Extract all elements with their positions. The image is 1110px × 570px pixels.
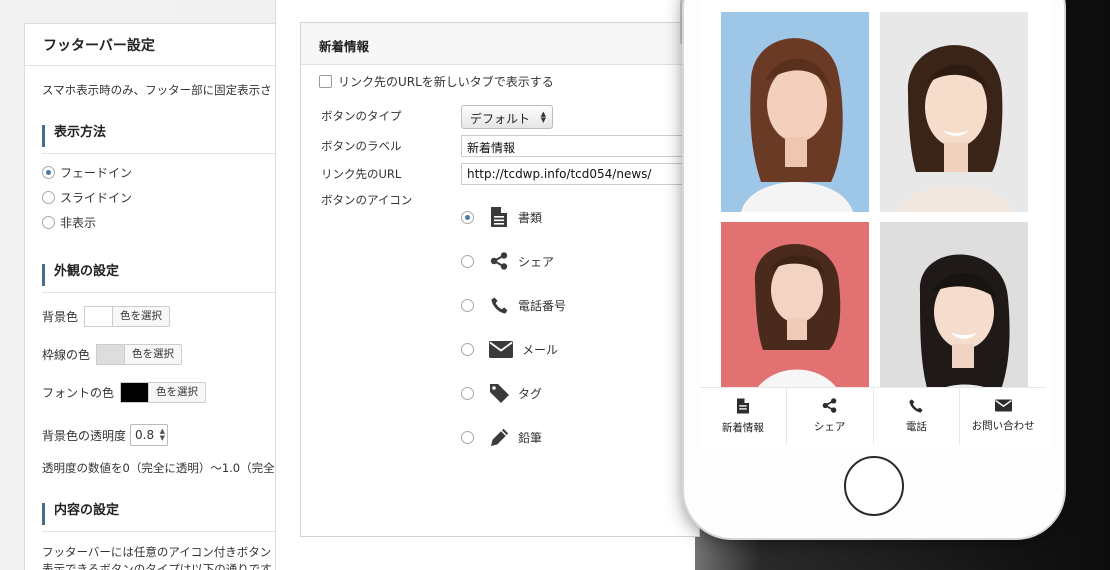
panel-description: スマホ表示時のみ、フッター部に固定表示さ [42,83,272,97]
content-text-2: 表示できるボタンのタイプは以下の通りです [42,562,272,570]
border-color-label: 枠線の色 [42,348,91,362]
button-settings-panel: 新着情報 リンク先のURLを新しいタブで表示する ボタンのタイプ デフォルト ▲… [275,0,701,570]
button-label-label: ボタンのラベル [321,139,402,153]
radio-button[interactable] [461,386,474,400]
icon-option-share[interactable]: シェア [461,250,554,272]
icon-option-file[interactable]: 書類 [461,206,542,228]
icon-option-mail[interactable]: メール [461,338,558,360]
border-color-setting: 枠線の色 色を選択 [42,344,183,365]
font-color-swatch[interactable] [120,382,149,403]
button-label-input[interactable]: 新着情報 [461,135,701,157]
envelope-icon [488,338,514,360]
select-arrows-icon: ▲ ▼ [540,110,546,124]
radio-button[interactable] [461,210,474,224]
section-heading-appearance: 外観の設定 [42,264,299,286]
bg-color-pick-button[interactable]: 色を選択 [112,306,171,327]
pencil-icon [488,426,510,448]
radio-label: スライドイン [60,191,133,205]
phone-icon [488,294,510,316]
divider [42,153,299,154]
news-box-title: 新着情報 [301,23,699,65]
button-type-label: ボタンのタイプ [321,109,402,123]
smartphone-preview: 新着情報 シェア 電話 お問い合わせ [684,0,1064,538]
icon-option-label: シェア [518,254,555,269]
opacity-value: 0.8 [135,428,155,442]
radio-button[interactable] [461,254,474,268]
radio-label: 非表示 [60,216,97,230]
radio-fade-in[interactable]: フェードイン [42,164,132,181]
font-color-pick-button[interactable]: 色を選択 [148,382,207,403]
radio-button[interactable] [42,216,55,229]
content-text-1: フッターバーには任意のアイコン付きボタン [42,545,272,559]
icon-option-label: 電話番号 [518,298,567,313]
share-icon [488,250,510,272]
icon-option-label: 鉛筆 [518,430,543,445]
model-photo-2 [880,12,1028,212]
icon-option-label: タグ [518,386,543,401]
tag-icon [488,382,510,404]
divider [42,531,299,532]
icon-option-phone[interactable]: 電話番号 [461,294,566,316]
radio-slide-in[interactable]: スライドイン [42,189,132,206]
radio-button[interactable] [461,342,474,356]
file-icon [488,206,510,228]
icon-option-label: 書類 [518,210,543,225]
icon-option-pencil[interactable]: 鉛筆 [461,426,542,448]
footer-button-label: お問い合わせ [971,420,1035,432]
radio-button[interactable] [461,298,474,312]
bg-color-label: 背景色 [42,310,79,324]
phone-icon [909,398,923,413]
phone-footer-bar: 新着情報 シェア 電話 お問い合わせ [700,387,1046,444]
footer-button-contact[interactable]: お問い合わせ [960,388,1046,444]
divider [42,292,299,293]
new-tab-label: リンク先のURLを新しいタブで表示する [338,75,554,89]
footer-button-label: 電話 [905,420,927,433]
radio-label: フェードイン [60,166,133,180]
font-color-setting: フォントの色 色を選択 [42,382,207,403]
button-type-value: デフォルト [470,112,531,126]
button-icon-label: ボタンのアイコン [321,193,413,207]
footer-button-phone[interactable]: 電話 [874,388,961,444]
border-color-pick-button[interactable]: 色を選択 [124,344,183,365]
new-tab-option[interactable]: リンク先のURLを新しいタブで表示する [319,73,554,90]
opacity-label: 背景色の透明度 [42,428,127,443]
section-heading-content: 内容の設定 [42,503,299,525]
button-type-select[interactable]: デフォルト ▲ ▼ [461,105,553,129]
border-color-swatch[interactable] [96,344,125,365]
footer-button-share[interactable]: シェア [787,388,874,444]
footer-bar-settings-panel: フッターバー設定 スマホ表示時のみ、フッター部に固定表示さ 表示方法 フェードイ… [24,23,300,570]
footer-button-label: 新着情報 [721,421,764,434]
radio-button[interactable] [42,166,55,179]
icon-option-label: メール [522,342,559,357]
radio-button[interactable] [461,430,474,444]
icon-option-tag[interactable]: タグ [461,382,542,404]
spinner-icon[interactable]: ▲ ▼ [160,428,165,442]
radio-hidden[interactable]: 非表示 [42,214,96,231]
envelope-icon [994,399,1012,412]
font-color-label: フォントの色 [42,386,115,400]
news-button-settings: 新着情報 リンク先のURLを新しいタブで表示する ボタンのタイプ デフォルト ▲… [300,22,701,537]
link-url-input[interactable]: http://tcdwp.info/tcd054/news/ [461,163,701,185]
bg-color-setting: 背景色 色を選択 [42,306,171,327]
footer-button-news[interactable]: 新着情報 [700,388,787,444]
phone-home-button [844,456,904,516]
model-photo-1 [721,12,869,212]
link-url-label: リンク先のURL [321,167,402,181]
opacity-setting: 背景色の透明度 0.8 ▲ ▼ [42,424,169,446]
bg-color-swatch[interactable] [84,306,113,327]
file-icon [736,398,749,413]
phone-screen [698,0,1050,450]
panel-title: フッターバー設定 [25,24,299,66]
section-heading-display-method: 表示方法 [42,125,299,147]
footer-button-label: シェア [813,421,846,433]
radio-button[interactable] [42,191,55,204]
share-icon [822,398,837,413]
opacity-note: 透明度の数値を0（完全に透明）〜1.0（完全 [42,461,275,475]
new-tab-checkbox[interactable] [319,75,332,88]
opacity-input[interactable]: 0.8 ▲ ▼ [130,424,169,446]
